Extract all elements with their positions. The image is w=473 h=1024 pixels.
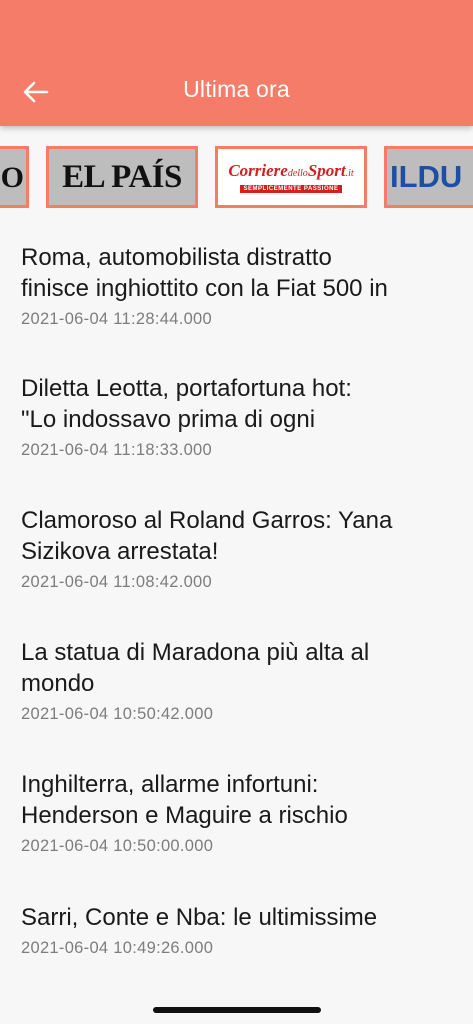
newspaper-carousel[interactable]: O EL PAÍS CorrieredelloSport.it SEMPLICE…	[0, 140, 473, 216]
home-indicator[interactable]	[153, 1007, 321, 1013]
newspaper-logo-partial-right[interactable]: ILDU	[384, 146, 473, 208]
el-pais-logo-text: EL PAÍS	[62, 158, 182, 195]
newspaper-logo-partial-left[interactable]: O	[0, 146, 29, 208]
news-date: 2021-06-04 11:18:33.000	[21, 441, 213, 459]
corriere-logo-text: CorrieredelloSport.it	[228, 160, 354, 180]
news-title: Roma, automobilista distratto finisce ing…	[21, 244, 388, 302]
news-date: 2021-06-04 10:49:26.000	[21, 939, 214, 957]
newspaper-logo-right-text: ILDU	[390, 159, 463, 194]
news-date: 2021-06-04 10:50:00.000	[21, 837, 214, 855]
news-date: 2021-06-04 11:08:42.000	[21, 573, 213, 591]
news-item[interactable]: Clamoroso al Roland Garros: Yana Sizikova…	[21, 505, 461, 592]
news-title: Diletta Leotta, portafortuna hot: "Lo ind…	[21, 375, 352, 433]
news-item[interactable]: Roma, automobilista distratto finisce ing…	[21, 242, 461, 329]
news-title: Clamoroso al Roland Garros: Yana Sizikova…	[21, 507, 393, 565]
news-title: Inghilterra, allarme infortuni: Henderson…	[21, 771, 348, 829]
page-title: Ultima ora	[183, 76, 290, 102]
app-header: Ultima ora	[0, 0, 473, 126]
newspaper-logo-corriere-dello-sport[interactable]: CorrieredelloSport.it SEMPLICEMENTE PASS…	[215, 146, 367, 208]
news-title: La statua di Maradona più alta al mondo	[21, 639, 370, 697]
corriere-tagline: SEMPLICEMENTE PASSIONE	[239, 184, 343, 193]
news-date: 2021-06-04 10:50:42.000	[21, 705, 214, 723]
newspaper-logo-left-text: O	[0, 161, 24, 194]
news-item[interactable]: La statua di Maradona più alta al mondo 2…	[21, 637, 461, 724]
news-date: 2021-06-04 11:28:44.000	[21, 310, 213, 328]
news-title: Sarri, Conte e Nba: le ultimissime	[21, 904, 378, 931]
newspaper-logo-el-pais[interactable]: EL PAÍS	[46, 146, 198, 208]
news-item[interactable]: Diletta Leotta, portafortuna hot: "Lo ind…	[21, 373, 461, 460]
news-item[interactable]: Sarri, Conte e Nba: le ultimissime 2021-…	[21, 902, 461, 958]
news-item[interactable]: Inghilterra, allarme infortuni: Henderson…	[21, 769, 461, 856]
